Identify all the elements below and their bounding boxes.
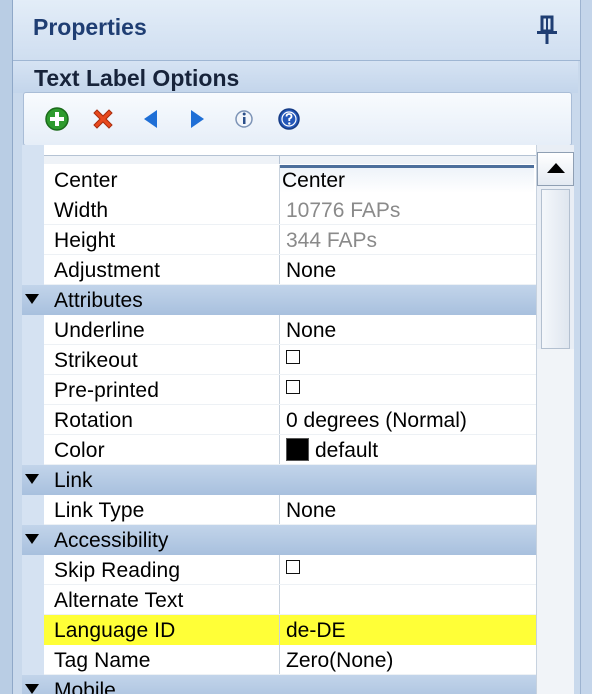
category-name: Accessibility: [54, 529, 169, 552]
property-row-width[interactable]: Width 10776 FAPs: [22, 195, 536, 225]
category-name: Attributes: [54, 289, 143, 312]
property-value: default: [315, 439, 379, 462]
collapse-triangle-icon[interactable]: [24, 293, 40, 305]
property-name: Color: [54, 439, 105, 462]
property-value: 0 degrees (Normal): [286, 409, 467, 432]
property-name: Underline: [54, 319, 145, 342]
property-row-height[interactable]: Height 344 FAPs: [22, 225, 536, 255]
scroll-track[interactable]: [537, 349, 574, 694]
property-row-adjustment[interactable]: Adjustment None: [22, 255, 536, 285]
properties-title-bar[interactable]: Properties: [13, 0, 580, 61]
property-value: 344 FAPs: [286, 229, 378, 252]
property-name: Width: [54, 199, 109, 222]
property-name: Skip Reading: [54, 559, 181, 582]
property-row-pre-printed[interactable]: Pre-printed: [22, 375, 536, 405]
color-swatch-icon[interactable]: [286, 438, 309, 461]
collapse-triangle-icon[interactable]: [24, 473, 40, 485]
checkbox-icon[interactable]: [286, 560, 300, 574]
property-grid: Center Center Width 10776 FAPs Height 34…: [22, 145, 536, 694]
grid-column-header: [44, 155, 536, 164]
info-icon[interactable]: [231, 106, 257, 132]
category-link[interactable]: Link: [22, 465, 536, 495]
panel-frame-left: [0, 0, 13, 694]
category-name: Mobile: [54, 679, 116, 694]
category-attributes[interactable]: Attributes: [22, 285, 536, 315]
property-row-underline[interactable]: Underline None: [22, 315, 536, 345]
section-header: Text Label Options: [13, 61, 578, 93]
vertical-scrollbar[interactable]: [536, 145, 574, 694]
category-mobile[interactable]: Mobile: [22, 675, 536, 694]
property-row-color[interactable]: Color default: [22, 435, 536, 465]
property-name: Rotation: [54, 409, 134, 432]
section-title: Text Label Options: [34, 65, 240, 91]
properties-panel: Properties Text Label Options Center Cen…: [0, 0, 592, 694]
property-name: Alternate Text: [54, 589, 184, 612]
scroll-up-button[interactable]: [537, 152, 574, 186]
scroll-thumb[interactable]: [541, 189, 570, 349]
help-icon[interactable]: [276, 106, 302, 132]
property-name: Link Type: [54, 499, 145, 522]
property-value: 10776 FAPs: [286, 199, 401, 222]
property-name: Adjustment: [54, 259, 161, 282]
property-name: Tag Name: [54, 649, 151, 672]
property-name: Center: [54, 169, 118, 192]
property-row-language-id[interactable]: Language ID de-DE: [22, 615, 536, 645]
checkbox-icon[interactable]: [286, 380, 300, 394]
previous-icon[interactable]: [138, 106, 164, 132]
property-value: de-DE: [286, 619, 346, 642]
checkbox-icon[interactable]: [286, 350, 300, 364]
delete-icon[interactable]: [90, 106, 116, 132]
toolbar: [23, 92, 572, 146]
panel-frame-right: [580, 0, 592, 694]
property-row-strikeout[interactable]: Strikeout: [22, 345, 536, 375]
pin-icon[interactable]: [534, 14, 560, 46]
property-name: Strikeout: [54, 349, 138, 372]
property-row-skip-reading[interactable]: Skip Reading: [22, 555, 536, 585]
property-row-tag-name[interactable]: Tag Name Zero(None): [22, 645, 536, 675]
column-header-separator[interactable]: [279, 155, 280, 164]
property-value: None: [286, 259, 337, 282]
property-value: None: [286, 499, 337, 522]
scroll-up-arrow-icon: [547, 163, 565, 173]
category-accessibility[interactable]: Accessibility: [22, 525, 536, 555]
property-value: Center: [282, 169, 346, 192]
collapse-triangle-icon[interactable]: [24, 683, 40, 694]
next-icon[interactable]: [184, 106, 210, 132]
collapse-triangle-icon[interactable]: [24, 533, 40, 545]
panel-title: Properties: [33, 14, 147, 40]
property-name: Height: [54, 229, 116, 252]
property-value: None: [286, 319, 337, 342]
property-value: Zero(None): [286, 649, 394, 672]
property-row-link-type[interactable]: Link Type None: [22, 495, 536, 525]
property-row-rotation[interactable]: Rotation 0 degrees (Normal): [22, 405, 536, 435]
category-name: Link: [54, 469, 93, 492]
property-name: Language ID: [54, 619, 176, 642]
property-name: Pre-printed: [54, 379, 159, 402]
add-icon[interactable]: [44, 106, 70, 132]
property-row-alternate-text[interactable]: Alternate Text: [22, 585, 536, 615]
property-row-center[interactable]: Center Center: [22, 165, 536, 195]
